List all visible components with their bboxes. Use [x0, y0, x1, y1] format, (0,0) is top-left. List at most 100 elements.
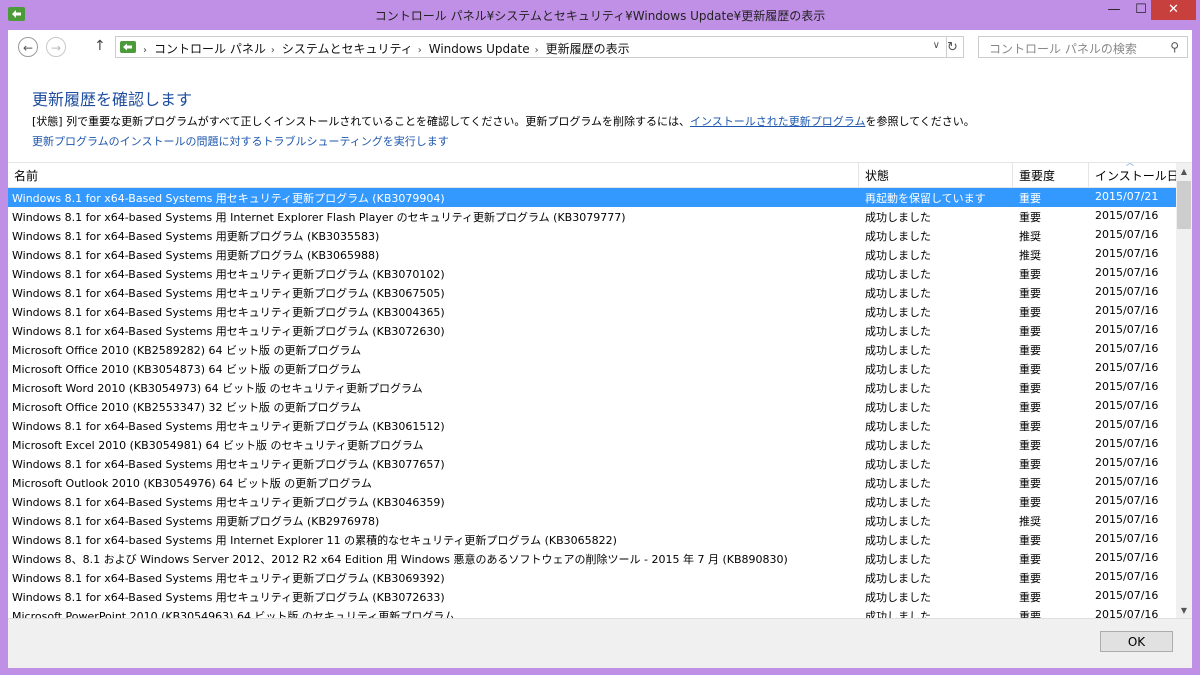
scroll-down-icon[interactable]: ▼ [1176, 602, 1192, 619]
search-placeholder: コントロール パネルの検索 [989, 42, 1137, 56]
cell-install-date: 2015/07/16 [1095, 494, 1159, 507]
breadcrumb-separator[interactable]: › [418, 45, 422, 56]
table-row[interactable]: Windows 8.1 for x64-Based Systems 用セキュリテ… [8, 283, 1176, 302]
cell-importance: 重要 [1019, 439, 1041, 452]
scrollbar-thumb[interactable] [1177, 181, 1191, 229]
scroll-up-icon[interactable]: ▲ [1176, 163, 1192, 180]
table-row[interactable]: Microsoft Office 2010 (KB3054873) 64 ビット… [8, 359, 1176, 378]
cell-importance: 重要 [1019, 382, 1041, 395]
cell-install-date: 2015/07/16 [1095, 418, 1159, 431]
update-history-table: 名前 状態 重要度 ︿ インストール日 Windows 8.1 for x64-… [8, 162, 1192, 619]
table-row[interactable]: Windows 8.1 for x64-based Systems 用 Inte… [8, 207, 1176, 226]
vertical-scrollbar[interactable]: ▲ ▼ [1176, 163, 1192, 619]
table-row[interactable]: Windows 8.1 for x64-based Systems 用 Inte… [8, 530, 1176, 549]
column-header-importance[interactable]: 重要度 [1019, 167, 1055, 184]
cell-name: Windows 8.1 for x64-Based Systems 用更新プログ… [12, 249, 380, 262]
content-area: 更新履歴を確認します [状態] 列で重要な更新プログラムがすべて正しくインストー… [8, 66, 1192, 668]
breadcrumb-item-windows-update[interactable]: Windows Update [429, 42, 530, 56]
table-row[interactable]: Microsoft Outlook 2010 (KB3054976) 64 ビッ… [8, 473, 1176, 492]
cell-install-date: 2015/07/16 [1095, 589, 1159, 602]
table-row[interactable]: Windows 8.1 for x64-Based Systems 用セキュリテ… [8, 321, 1176, 340]
cell-install-date: 2015/07/16 [1095, 437, 1159, 450]
table-row[interactable]: Windows 8.1 for x64-Based Systems 用セキュリテ… [8, 492, 1176, 511]
cell-status: 成功しました [865, 458, 931, 471]
cell-importance: 重要 [1019, 306, 1041, 319]
table-row[interactable]: Windows 8.1 for x64-Based Systems 用セキュリテ… [8, 264, 1176, 283]
cell-status: 成功しました [865, 382, 931, 395]
breadcrumb-separator[interactable]: › [271, 45, 275, 56]
column-divider[interactable] [1012, 163, 1013, 187]
cell-name: Windows 8.1 for x64-Based Systems 用セキュリテ… [12, 496, 445, 509]
cell-status: 成功しました [865, 534, 931, 547]
navigation-bar: ← → ↑ › コントロール パネル › システムとセキュリティ › Windows Up… [8, 30, 1192, 66]
cell-name: Windows 8.1 for x64-Based Systems 用セキュリテ… [12, 420, 445, 433]
cell-install-date: 2015/07/16 [1095, 551, 1159, 564]
refresh-button[interactable]: ↻ [942, 36, 964, 58]
table-row[interactable]: Windows 8.1 for x64-Based Systems 用セキュリテ… [8, 188, 1176, 207]
table-row[interactable]: Microsoft Word 2010 (KB3054973) 64 ビット版 … [8, 378, 1176, 397]
cell-status: 成功しました [865, 420, 931, 433]
table-row[interactable]: Windows 8.1 for x64-Based Systems 用更新プログ… [8, 245, 1176, 264]
cell-status: 成功しました [865, 363, 931, 376]
ok-button[interactable]: OK [1100, 631, 1173, 652]
cell-install-date: 2015/07/16 [1095, 285, 1159, 298]
search-icon[interactable]: ⚲ [1170, 40, 1179, 54]
cell-install-date: 2015/07/16 [1095, 266, 1159, 279]
column-header-install-date[interactable]: インストール日 [1095, 167, 1179, 184]
title-bar[interactable]: コントロール パネル¥システムとセキュリティ¥Windows Update¥更新… [0, 0, 1200, 30]
cell-install-date: 2015/07/16 [1095, 456, 1159, 469]
cell-name: Windows 8.1 for x64-Based Systems 用セキュリテ… [12, 306, 445, 319]
cell-name: Windows 8、8.1 および Windows Server 2012、20… [12, 553, 788, 566]
cell-install-date: 2015/07/16 [1095, 228, 1159, 241]
cell-name: Windows 8.1 for x64-Based Systems 用セキュリテ… [12, 591, 445, 604]
column-header-name[interactable]: 名前 [14, 167, 38, 184]
cell-install-date: 2015/07/16 [1095, 380, 1159, 393]
column-divider[interactable] [1088, 163, 1089, 187]
cell-name: Windows 8.1 for x64-Based Systems 用更新プログ… [12, 230, 380, 243]
column-divider[interactable] [858, 163, 859, 187]
table-row[interactable]: Windows 8.1 for x64-Based Systems 用セキュリテ… [8, 587, 1176, 606]
table-row[interactable]: Windows 8.1 for x64-Based Systems 用セキュリテ… [8, 302, 1176, 321]
up-button[interactable]: ↑ [94, 38, 106, 54]
troubleshoot-link[interactable]: 更新プログラムのインストールの問題に対するトラブルシューティングを実行します [32, 133, 449, 149]
cell-status: 再起動を保留しています [865, 192, 986, 205]
table-body: Windows 8.1 for x64-Based Systems 用セキュリテ… [8, 188, 1176, 619]
table-row[interactable]: Microsoft Excel 2010 (KB3054981) 64 ビット版… [8, 435, 1176, 454]
cell-status: 成功しました [865, 439, 931, 452]
cell-importance: 重要 [1019, 344, 1041, 357]
table-row[interactable]: Windows 8.1 for x64-Based Systems 用セキュリテ… [8, 454, 1176, 473]
back-button[interactable]: ← [18, 37, 38, 57]
minimize-button[interactable]: — [1101, 0, 1127, 20]
table-row[interactable]: Windows 8.1 for x64-Based Systems 用更新プログ… [8, 511, 1176, 530]
table-row[interactable]: Microsoft Office 2010 (KB2589282) 64 ビット… [8, 340, 1176, 359]
address-bar[interactable]: › コントロール パネル › システムとセキュリティ › Windows Update › 更… [115, 36, 947, 58]
forward-button[interactable]: → [46, 37, 66, 57]
table-row[interactable]: Windows 8、8.1 および Windows Server 2012、20… [8, 549, 1176, 568]
table-row[interactable]: Windows 8.1 for x64-Based Systems 用セキュリテ… [8, 416, 1176, 435]
cell-install-date: 2015/07/16 [1095, 570, 1159, 583]
cell-name: Microsoft Excel 2010 (KB3054981) 64 ビット版… [12, 439, 424, 452]
table-row[interactable]: Windows 8.1 for x64-Based Systems 用セキュリテ… [8, 568, 1176, 587]
breadcrumb-item-control-panel[interactable]: コントロール パネル [154, 42, 266, 56]
breadcrumb-separator[interactable]: › [535, 45, 539, 56]
cell-install-date: 2015/07/16 [1095, 399, 1159, 412]
cell-importance: 重要 [1019, 401, 1041, 414]
column-header-status[interactable]: 状態 [865, 167, 889, 184]
cell-install-date: 2015/07/16 [1095, 475, 1159, 488]
cell-name: Windows 8.1 for x64-based Systems 用 Inte… [12, 211, 626, 224]
search-input[interactable]: コントロール パネルの検索 ⚲ [978, 36, 1188, 58]
chevron-down-icon[interactable]: ∨ [933, 40, 940, 51]
cell-name: Microsoft Outlook 2010 (KB3054976) 64 ビッ… [12, 477, 372, 490]
breadcrumb-separator: › [143, 45, 147, 56]
table-row[interactable]: Microsoft Office 2010 (KB2553347) 32 ビット… [8, 397, 1176, 416]
cell-importance: 重要 [1019, 192, 1041, 205]
cell-importance: 重要 [1019, 477, 1041, 490]
breadcrumb-item-update-history[interactable]: 更新履歴の表示 [546, 42, 630, 56]
close-button[interactable]: ✕ [1151, 0, 1196, 20]
cell-status: 成功しました [865, 306, 931, 319]
breadcrumb-item-system-security[interactable]: システムとセキュリティ [282, 42, 413, 56]
cell-name: Microsoft Word 2010 (KB3054973) 64 ビット版 … [12, 382, 423, 395]
installed-updates-link[interactable]: インストールされた更新プログラム [690, 115, 865, 128]
table-row[interactable]: Windows 8.1 for x64-Based Systems 用更新プログ… [8, 226, 1176, 245]
cell-importance: 重要 [1019, 420, 1041, 433]
